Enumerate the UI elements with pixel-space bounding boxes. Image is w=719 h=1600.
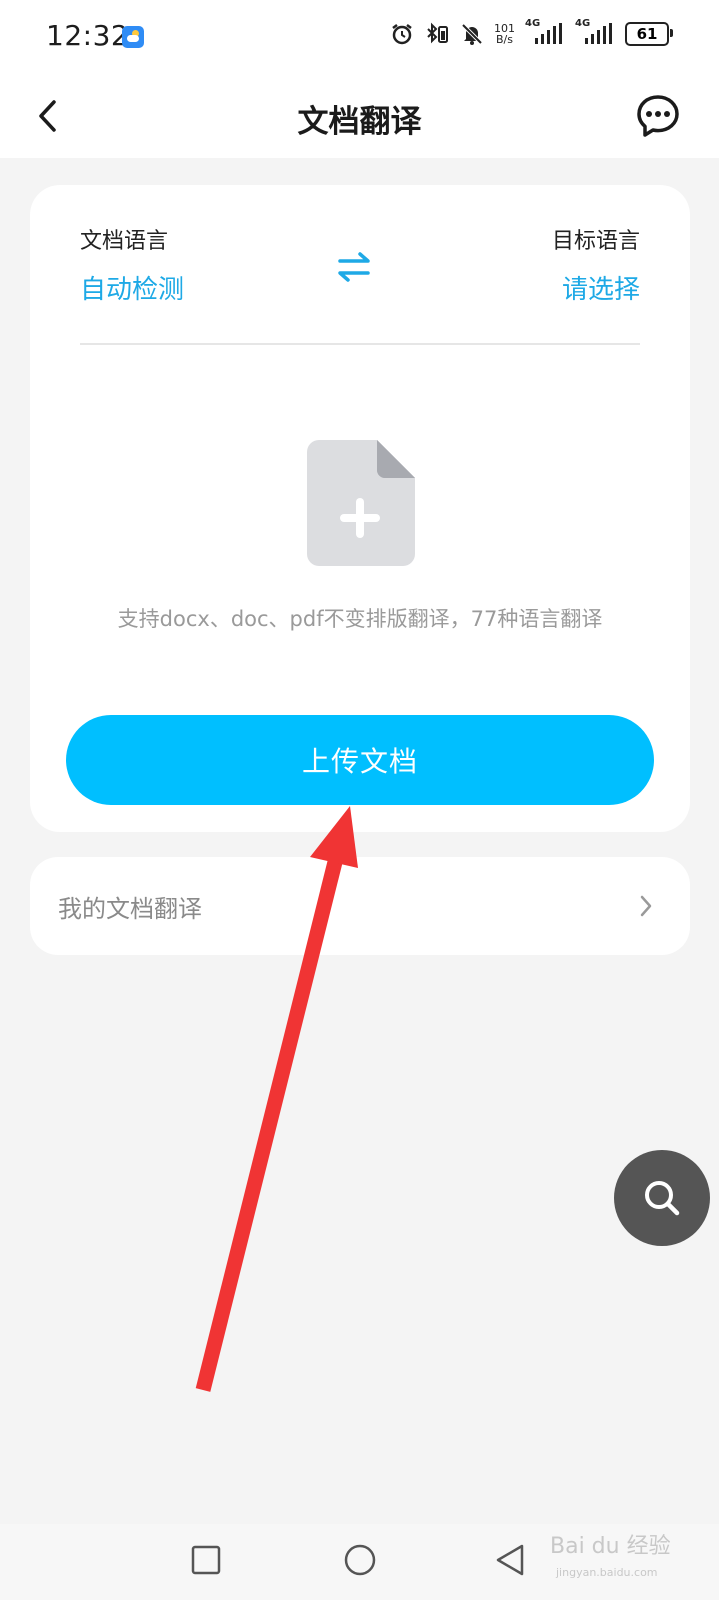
chevron-right-icon: [640, 895, 652, 917]
supported-formats-hint: 支持docx、doc、pdf不变排版翻译，77种语言翻译: [117, 607, 603, 631]
battery-icon: 61: [625, 22, 673, 46]
mute-bell-icon: [460, 22, 484, 46]
target-language-label: 目标语言: [551, 229, 640, 254]
chat-bubble-icon: [637, 95, 679, 137]
search-icon: [645, 1181, 680, 1216]
add-file-icon[interactable]: [305, 440, 415, 566]
status-icons: 101 B/s 4G 4G 61: [390, 18, 673, 46]
source-language-label: 文档语言: [80, 229, 169, 254]
signal-4g-label-1: 4G: [525, 18, 541, 29]
my-document-translations-row[interactable]: 我的文档翻译: [30, 857, 690, 955]
bluetooth-battery-icon: [424, 22, 450, 46]
swap-languages-button[interactable]: [334, 249, 374, 285]
my-document-translations-label: 我的文档翻译: [58, 895, 202, 923]
nav-bar: 文档翻译: [0, 76, 719, 158]
recent-apps-button[interactable]: [186, 1540, 226, 1580]
baidu-watermark: Bai du 经验: [550, 1534, 671, 1559]
home-button[interactable]: [340, 1540, 380, 1580]
signal-4g-label-2: 4G: [575, 18, 591, 29]
status-time: 12:32: [46, 19, 130, 52]
page-title: 文档翻译: [297, 104, 422, 140]
triangle-back-icon: [496, 1544, 524, 1576]
feedback-button[interactable]: [635, 93, 681, 139]
source-language-select[interactable]: 自动检测: [80, 269, 184, 306]
net-speed: 101 B/s: [494, 23, 515, 45]
status-bar: 12:32 101 B/s 4G 4G 61: [0, 0, 719, 76]
weather-app-icon: [122, 26, 144, 48]
translate-card: 文档语言 自动检测 目标语言 请选择 支持docx、doc、pdf不变排版翻译，…: [30, 185, 690, 832]
square-icon: [191, 1545, 221, 1575]
target-language-select[interactable]: 请选择: [562, 269, 640, 306]
net-speed-unit: B/s: [496, 33, 513, 46]
divider: [80, 343, 640, 345]
baidu-watermark-url: jingyan.baidu.com: [556, 1566, 658, 1579]
system-back-button[interactable]: [490, 1540, 530, 1580]
signal-4g-icon-1: 4G: [525, 18, 565, 46]
alarm-icon: [390, 22, 414, 46]
swap-arrows-icon: [338, 252, 370, 282]
floating-search-button[interactable]: [614, 1150, 710, 1246]
battery-level: 61: [636, 25, 658, 43]
signal-4g-icon-2: 4G: [575, 18, 615, 46]
upload-document-button[interactable]: 上传文档: [66, 715, 654, 805]
circle-icon: [344, 1544, 376, 1576]
